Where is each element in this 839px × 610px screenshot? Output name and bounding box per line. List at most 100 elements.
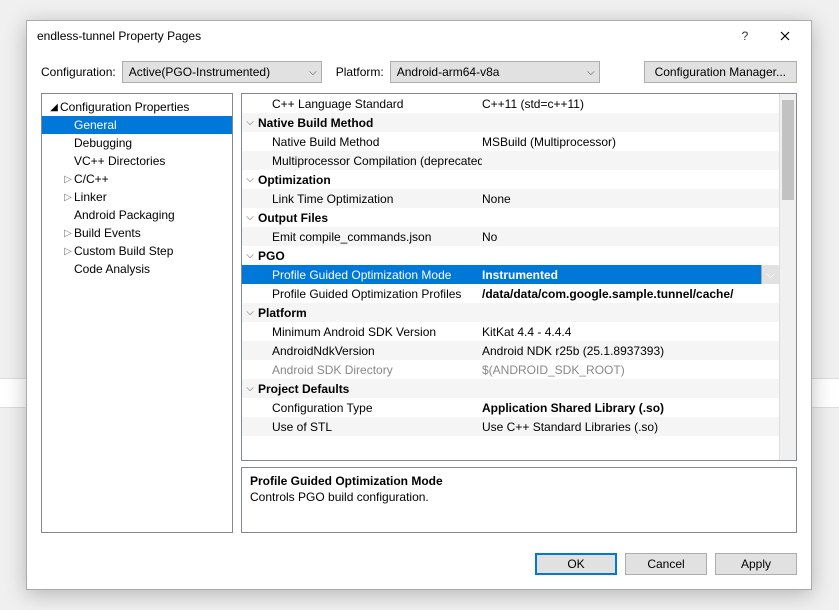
configuration-combo[interactable]: Active(PGO-Instrumented) ⌵ <box>122 61 322 83</box>
property-group-header[interactable]: ⌵Platform <box>242 303 779 322</box>
titlebar: endless-tunnel Property Pages ? <box>27 21 811 51</box>
platform-combo[interactable]: Android-arm64-v8a ⌵ <box>390 61 600 83</box>
property-row[interactable]: AndroidNdkVersionAndroid NDK r25b (25.1.… <box>242 341 779 360</box>
vertical-scrollbar[interactable] <box>779 94 796 460</box>
tree-item-label: Code Analysis <box>74 262 150 276</box>
property-name: Configuration Type <box>258 401 482 415</box>
property-value[interactable]: /data/data/com.google.sample.tunnel/cach… <box>482 287 779 301</box>
property-row[interactable]: Native Build MethodMSBuild (Multiprocess… <box>242 132 779 151</box>
tree-root[interactable]: ◢ Configuration Properties <box>42 98 232 116</box>
property-name: Android SDK Directory <box>258 363 482 377</box>
property-row[interactable]: Android SDK Directory$(ANDROID_SDK_ROOT) <box>242 360 779 379</box>
property-row[interactable]: Emit compile_commands.jsonNo <box>242 227 779 246</box>
property-name: Native Build Method <box>258 135 482 149</box>
property-row[interactable]: Multiprocessor Compilation (deprecated) <box>242 151 779 170</box>
collapse-icon[interactable]: ⌵ <box>242 250 258 261</box>
tree-item[interactable]: ▷C/C++ <box>42 170 232 188</box>
expander-closed-icon[interactable]: ▷ <box>62 192 74 203</box>
tree-item-label: Debugging <box>74 136 132 150</box>
cancel-button[interactable]: Cancel <box>625 553 707 575</box>
tree-root-label: Configuration Properties <box>60 100 189 114</box>
help-button[interactable]: ? <box>725 23 765 49</box>
main-area: ◢ Configuration Properties General Debugg… <box>27 93 811 543</box>
property-value[interactable]: None <box>482 192 779 206</box>
tree-item[interactable]: Android Packaging <box>42 206 232 224</box>
chevron-down-icon: ⌵ <box>587 67 595 78</box>
expander-closed-icon[interactable]: ▷ <box>62 228 74 239</box>
tree-item-label: C/C++ <box>74 172 109 186</box>
chevron-down-icon: ⌵ <box>309 67 317 78</box>
expander-closed-icon[interactable]: ▷ <box>62 246 74 257</box>
property-pages-dialog: endless-tunnel Property Pages ? Configur… <box>26 20 812 590</box>
ok-button[interactable]: OK <box>535 553 617 575</box>
config-bar: Configuration: Active(PGO-Instrumented) … <box>27 51 811 93</box>
property-name: Profile Guided Optimization Mode <box>258 268 482 282</box>
expander-closed-icon[interactable]: ▷ <box>62 174 74 185</box>
property-value[interactable]: KitKat 4.4 - 4.4.4 <box>482 325 779 339</box>
scrollbar-thumb[interactable] <box>782 100 794 200</box>
property-row[interactable]: Use of STLUse C++ Standard Libraries (.s… <box>242 417 779 436</box>
collapse-icon[interactable]: ⌵ <box>242 307 258 318</box>
property-name: PGO <box>258 249 482 263</box>
property-value[interactable]: Use C++ Standard Libraries (.so) <box>482 420 779 434</box>
configuration-manager-label: Configuration Manager... <box>655 65 786 79</box>
description-title: Profile Guided Optimization Mode <box>250 474 788 488</box>
property-value[interactable]: No <box>482 230 779 244</box>
close-icon <box>780 31 790 41</box>
property-value[interactable]: $(ANDROID_SDK_ROOT) <box>482 363 779 377</box>
collapse-icon[interactable]: ⌵ <box>242 383 258 394</box>
property-group-header[interactable]: ⌵Output Files <box>242 208 779 227</box>
property-value[interactable]: C++11 (std=c++11) <box>482 97 779 111</box>
platform-label: Platform: <box>336 65 384 79</box>
property-group-header[interactable]: ⌵Optimization <box>242 170 779 189</box>
property-name: Output Files <box>258 211 482 225</box>
property-value[interactable]: MSBuild (Multiprocessor) <box>482 135 779 149</box>
description-body: Controls PGO build configuration. <box>250 490 788 504</box>
property-row[interactable]: Profile Guided Optimization ModeInstrume… <box>242 265 779 284</box>
configuration-manager-button[interactable]: Configuration Manager... <box>644 61 797 83</box>
property-row[interactable]: Link Time OptimizationNone <box>242 189 779 208</box>
property-row[interactable]: C++ Language StandardC++11 (std=c++11) <box>242 94 779 113</box>
property-row[interactable]: Configuration TypeApplication Shared Lib… <box>242 398 779 417</box>
property-name: Project Defaults <box>258 382 482 396</box>
property-value[interactable]: Application Shared Library (.so) <box>482 401 779 415</box>
tree-item[interactable]: Debugging <box>42 134 232 152</box>
property-value[interactable]: Instrumented <box>482 268 761 282</box>
property-name: Link Time Optimization <box>258 192 482 206</box>
property-name: Platform <box>258 306 482 320</box>
tree-item[interactable]: ▷Custom Build Step <box>42 242 232 260</box>
dialog-footer: OK Cancel Apply <box>27 543 811 589</box>
navigation-tree[interactable]: ◢ Configuration Properties General Debugg… <box>41 93 233 533</box>
property-name: Native Build Method <box>258 116 482 130</box>
property-group-header[interactable]: ⌵Project Defaults <box>242 379 779 398</box>
property-name: AndroidNdkVersion <box>258 344 482 358</box>
property-row[interactable]: Profile Guided Optimization Profiles/dat… <box>242 284 779 303</box>
tree-item-label: VC++ Directories <box>74 154 165 168</box>
tree-item-label: Build Events <box>74 226 141 240</box>
tree-item[interactable]: ▷Build Events <box>42 224 232 242</box>
property-row[interactable]: Minimum Android SDK VersionKitKat 4.4 - … <box>242 322 779 341</box>
apply-button[interactable]: Apply <box>715 553 797 575</box>
cancel-label: Cancel <box>647 557 684 571</box>
window-title: endless-tunnel Property Pages <box>37 29 725 43</box>
property-group-header[interactable]: ⌵Native Build Method <box>242 113 779 132</box>
tree-item[interactable]: VC++ Directories <box>42 152 232 170</box>
value-dropdown-button[interactable]: ⌵ <box>761 265 779 284</box>
tree-item-label: Linker <box>74 190 107 204</box>
tree-item[interactable]: Code Analysis <box>42 260 232 278</box>
property-grid[interactable]: C++ Language StandardC++11 (std=c++11)⌵N… <box>241 93 797 461</box>
close-button[interactable] <box>765 23 805 49</box>
property-value[interactable]: Android NDK r25b (25.1.8937393) <box>482 344 779 358</box>
platform-value: Android-arm64-v8a <box>397 65 500 79</box>
collapse-icon[interactable]: ⌵ <box>242 174 258 185</box>
tree-item[interactable]: ▷Linker <box>42 188 232 206</box>
property-name: Minimum Android SDK Version <box>258 325 482 339</box>
collapse-icon[interactable]: ⌵ <box>242 117 258 128</box>
right-pane: C++ Language StandardC++11 (std=c++11)⌵N… <box>241 93 797 533</box>
ok-label: OK <box>567 557 584 571</box>
property-group-header[interactable]: ⌵PGO <box>242 246 779 265</box>
expander-open-icon[interactable]: ◢ <box>48 102 60 113</box>
collapse-icon[interactable]: ⌵ <box>242 212 258 223</box>
tree-item[interactable]: General <box>42 116 232 134</box>
configuration-label: Configuration: <box>41 65 116 79</box>
